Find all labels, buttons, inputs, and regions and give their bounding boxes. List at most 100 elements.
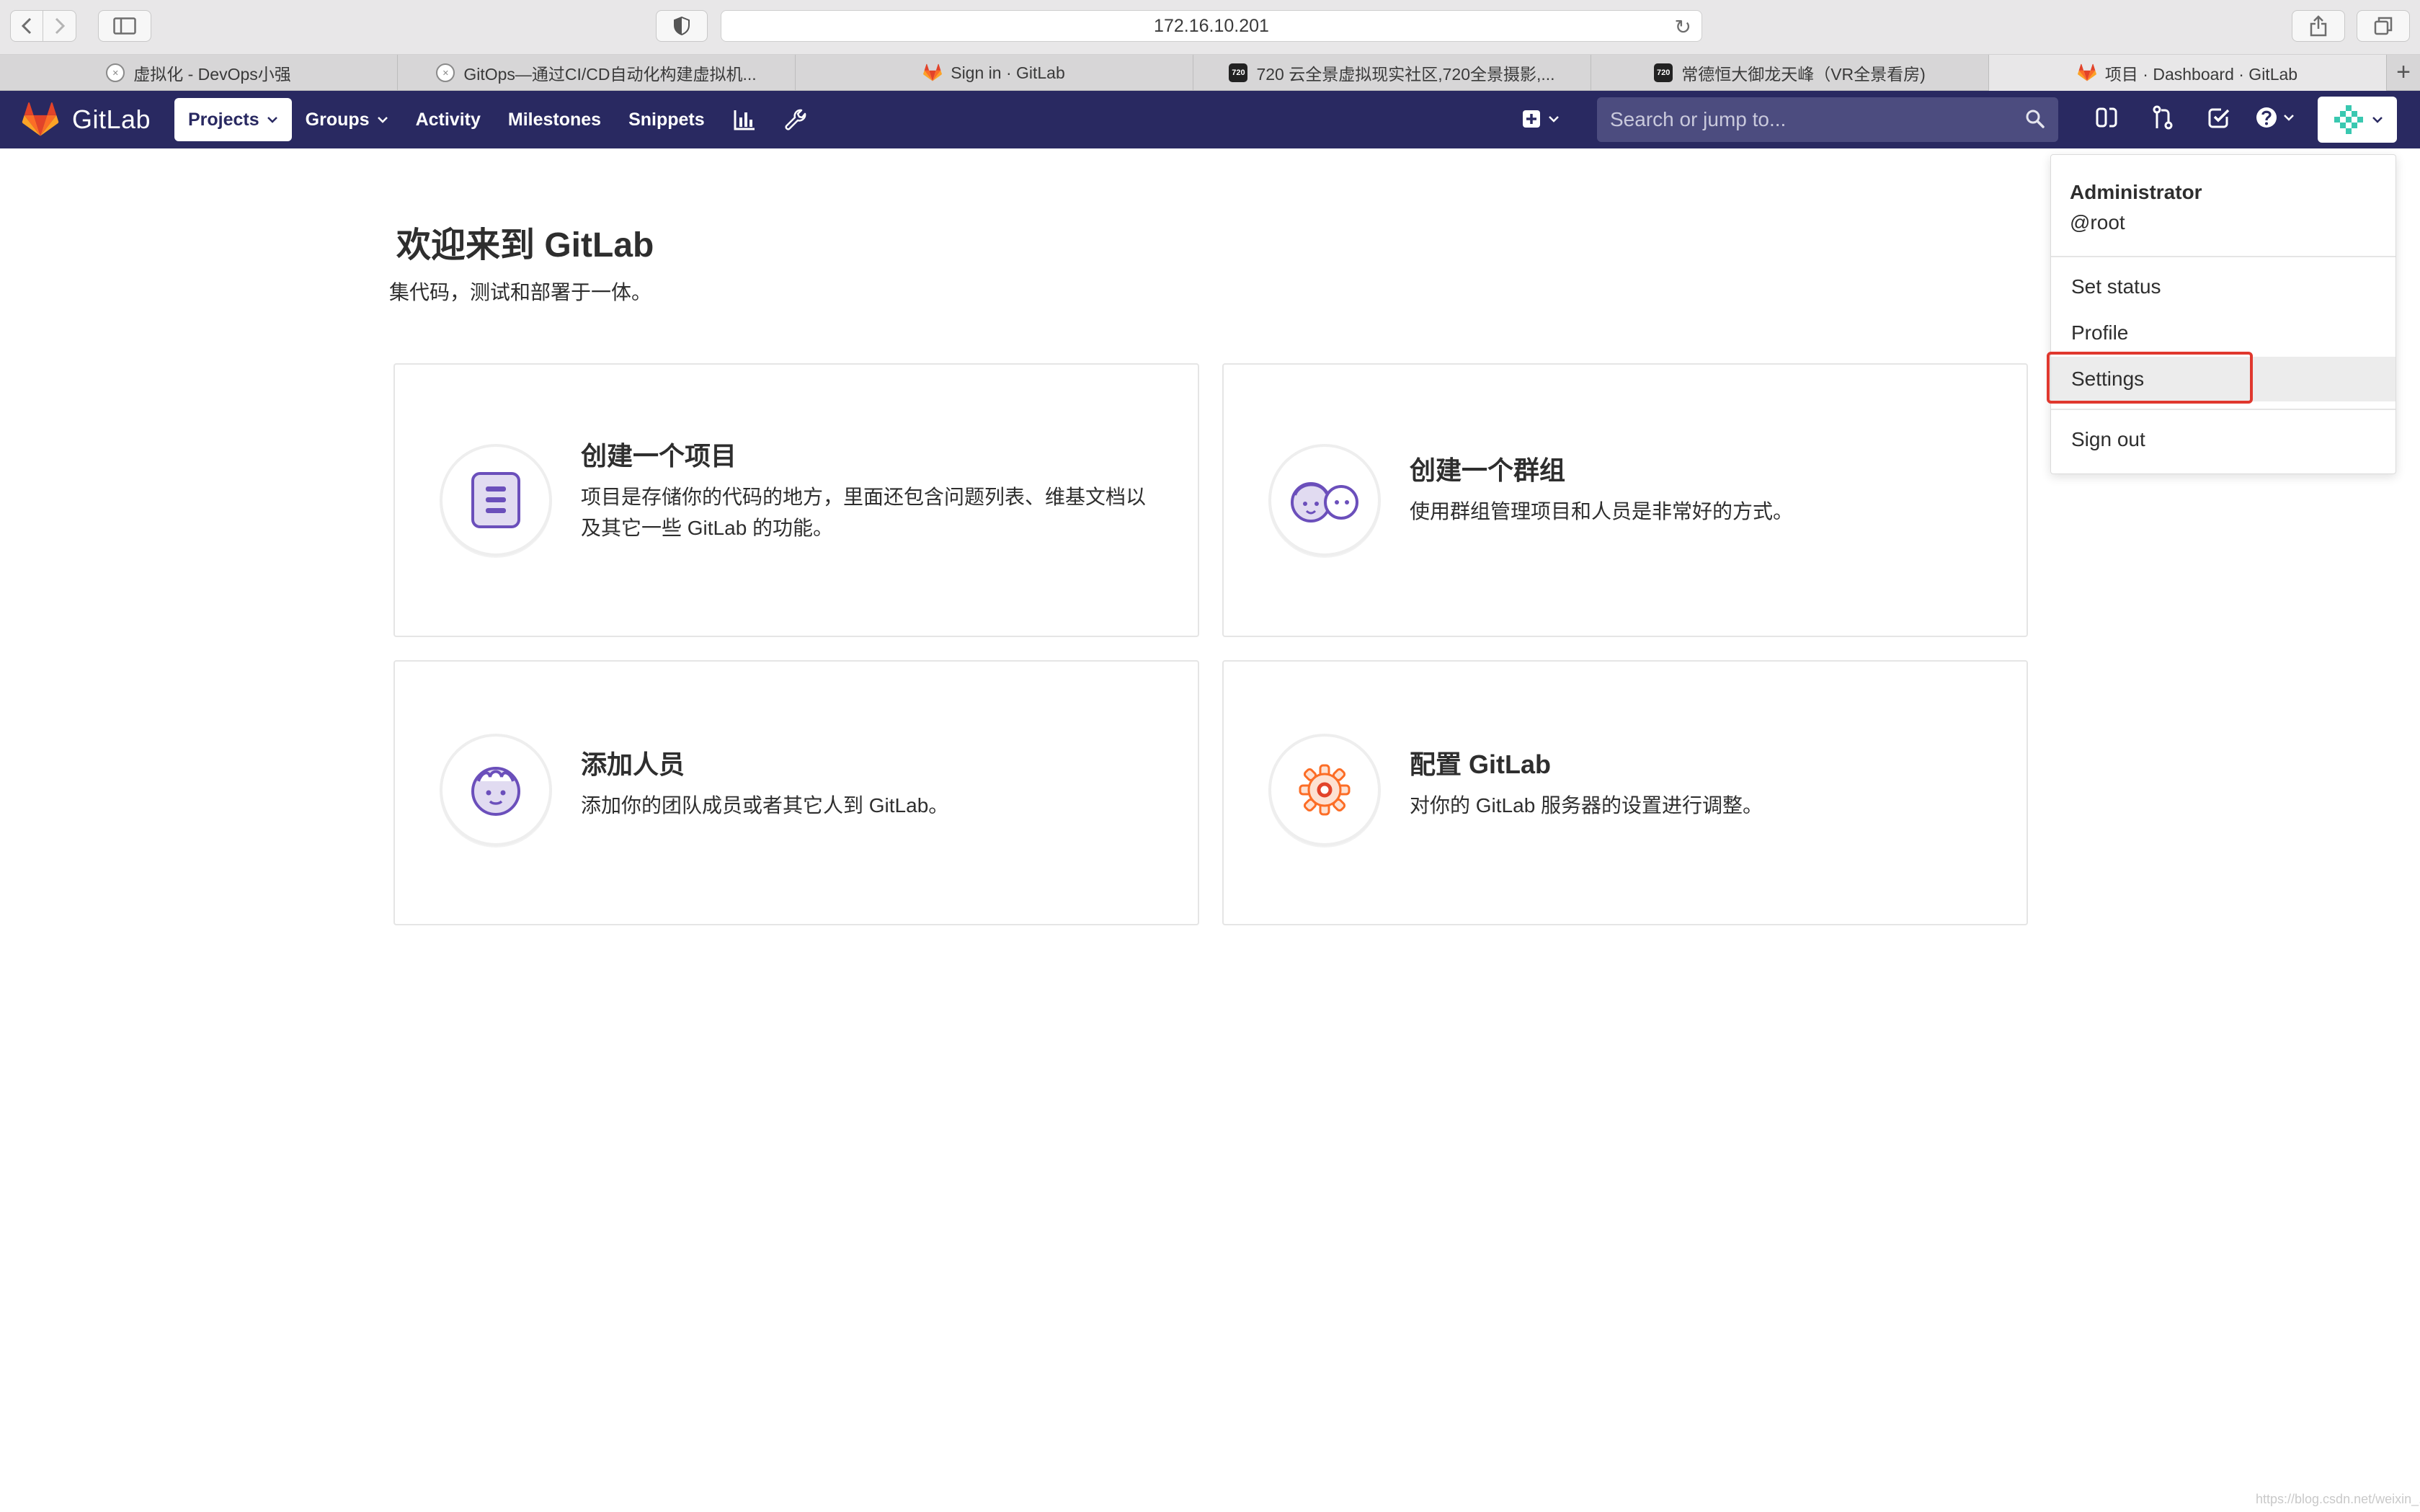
gitlab-navbar: GitLab Projects Groups Activity Mileston…: [0, 91, 2420, 148]
page-subtitle: 集代码，测试和部署于一体。: [389, 281, 652, 303]
nav-analytics-link[interactable]: [719, 98, 770, 141]
card-title: 创建一个项目: [581, 441, 737, 471]
add-people-card[interactable]: 添加人员 添加你的团队成员或者其它人到 GitLab。: [393, 660, 1199, 925]
person-face-icon: [471, 767, 520, 816]
merge-requests-link[interactable]: [2135, 105, 2191, 130]
user-avatar-dropdown[interactable]: [2318, 97, 2397, 143]
nav-milestones[interactable]: Milestones: [494, 98, 615, 141]
create-group-card[interactable]: 创建一个群组 使用群组管理项目和人员是非常好的方式。: [1222, 363, 2028, 637]
tab-label: Sign in · GitLab: [951, 63, 1065, 82]
tab-label: GitOps—通过CI/CD自动化构建虚拟机...: [463, 65, 757, 84]
nav-admin-area-link[interactable]: [770, 98, 822, 141]
chevron-right-icon: [55, 17, 65, 35]
people-illustration: [440, 734, 552, 846]
page-title: 欢迎来到 GitLab: [396, 226, 654, 264]
help-dropdown[interactable]: [2247, 107, 2303, 128]
group-people-icon: [1291, 482, 1358, 522]
new-tab-button[interactable]: +: [2387, 55, 2420, 90]
tab-label: 720 云全景虚拟现实社区,720全景摄影,...: [1256, 65, 1555, 84]
forward-button[interactable]: [43, 10, 76, 42]
sidebar-toggle-button[interactable]: [98, 10, 151, 42]
gitlab-favicon-icon: [2077, 63, 2096, 81]
question-circle-icon: [2256, 107, 2277, 128]
shield-icon: [674, 17, 690, 35]
tab-label: 常德恒大御龙天峰（VR全景看房): [1681, 65, 1926, 84]
nav-snippets[interactable]: Snippets: [615, 98, 719, 141]
plus-square-icon: [1523, 110, 1540, 128]
create-project-card[interactable]: 创建一个项目 项目是存储你的代码的地方，里面还包含问题列表、维基文档以及其它一些…: [393, 363, 1199, 637]
card-title: 创建一个群组: [1410, 455, 1566, 485]
site-720-favicon-icon: 720: [1654, 63, 1673, 82]
search-placeholder: Search or jump to...: [1610, 108, 1787, 130]
tab-label: 虚拟化 - DevOps小强: [133, 65, 291, 84]
gitlab-brand: GitLab: [72, 104, 151, 134]
nav-projects-dropdown[interactable]: Projects: [174, 98, 292, 141]
browser-tab[interactable]: 720 720 云全景虚拟现实社区,720全景摄影,...: [1193, 55, 1591, 91]
gitlab-favicon-icon: [923, 63, 943, 81]
user-display-name: Administrator: [2070, 181, 2202, 203]
group-illustration: [1268, 444, 1381, 556]
todos-link[interactable]: [2191, 107, 2247, 128]
history-buttons: [10, 10, 76, 42]
browser-tab[interactable]: 720 常德恒大御龙天峰（VR全景看房): [1591, 55, 1989, 91]
tab-overview-button[interactable]: [2357, 10, 2410, 42]
settings-illustration: [1268, 734, 1381, 846]
tab-label: 项目 · Dashboard · GitLab: [2104, 65, 2298, 84]
menu-item-settings[interactable]: Settings: [2051, 357, 2395, 401]
card-description: 项目是存储你的代码的地方，里面还包含问题列表、维基文档以及其它一些 GitLab…: [581, 486, 1147, 539]
merge-request-icon: [2153, 105, 2173, 130]
share-button[interactable]: [2292, 10, 2345, 42]
chevron-down-icon: [2372, 117, 2383, 123]
site-favicon-icon: ✕: [106, 63, 125, 82]
navbar-right-icons: [2078, 105, 2303, 130]
card-description: 添加你的团队成员或者其它人到 GitLab。: [581, 794, 949, 817]
main-nav: Projects Groups Activity Milestones Snip…: [174, 98, 822, 141]
search-input[interactable]: Search or jump to...: [1597, 97, 2058, 142]
menu-divider: [2051, 409, 2395, 410]
privacy-report-button[interactable]: [656, 10, 708, 42]
back-button[interactable]: [10, 10, 43, 42]
site-favicon-icon: ✕: [436, 63, 455, 82]
wrench-icon: [785, 109, 806, 130]
card-description: 使用群组管理项目和人员是非常好的方式。: [1410, 500, 1794, 522]
address-bar[interactable]: 172.16.10.201 ↻: [721, 10, 1702, 42]
share-icon: [2310, 15, 2327, 37]
browser-tab-strip: ✕ 虚拟化 - DevOps小强 ✕ GitOps—通过CI/CD自动化构建虚拟…: [0, 55, 2420, 91]
chevron-down-icon: [1549, 116, 1559, 123]
gear-icon: [1299, 764, 1351, 816]
search-icon: [2026, 110, 2045, 128]
browser-tab[interactable]: ✕ 虚拟化 - DevOps小强: [0, 55, 398, 91]
gitlab-tanuki-icon: [22, 102, 59, 136]
card-description: 对你的 GitLab 服务器的设置进行调整。: [1410, 794, 1763, 817]
configure-gitlab-card[interactable]: 配置 GitLab 对你的 GitLab 服务器的设置进行调整。: [1222, 660, 2028, 925]
nav-groups-dropdown[interactable]: Groups: [292, 98, 402, 141]
nav-activity[interactable]: Activity: [402, 98, 494, 141]
menu-item-set-status[interactable]: Set status: [2051, 264, 2395, 309]
tabs-icon: [2374, 17, 2393, 35]
browser-toolbar: 172.16.10.201 ↻: [0, 0, 2420, 55]
watermark: https://blog.csdn.net/weixin_...: [2256, 1492, 2420, 1506]
chevron-down-icon: [377, 117, 388, 123]
reload-icon[interactable]: ↻: [1675, 15, 1691, 39]
menu-item-profile[interactable]: Profile: [2051, 311, 2395, 355]
card-title: 添加人员: [581, 750, 685, 779]
chevron-down-icon: [267, 117, 277, 123]
menu-divider: [2051, 256, 2395, 257]
issues-link[interactable]: [2078, 106, 2135, 129]
site-720-favicon-icon: 720: [1229, 63, 1248, 82]
browser-tab[interactable]: Sign in · GitLab: [796, 55, 1193, 91]
nav-projects-label: Projects: [188, 109, 259, 130]
gitlab-home-link[interactable]: GitLab: [22, 102, 151, 137]
sidebar-icon: [113, 17, 136, 35]
browser-tab[interactable]: ✕ GitOps—通过CI/CD自动化构建虚拟机...: [398, 55, 796, 91]
browser-tab-active[interactable]: 项目 · Dashboard · GitLab: [1989, 55, 2387, 91]
new-item-dropdown[interactable]: [1522, 110, 1560, 128]
menu-item-sign-out[interactable]: Sign out: [2051, 417, 2395, 462]
issues-icon: [2096, 107, 2117, 128]
chevron-left-icon: [21, 17, 32, 35]
bar-chart-icon: [734, 110, 755, 130]
card-title: 配置 GitLab: [1410, 750, 1551, 779]
project-file-icon: [471, 472, 520, 528]
chevron-down-icon: [2284, 115, 2294, 121]
url-text: 172.16.10.201: [1154, 15, 1269, 36]
